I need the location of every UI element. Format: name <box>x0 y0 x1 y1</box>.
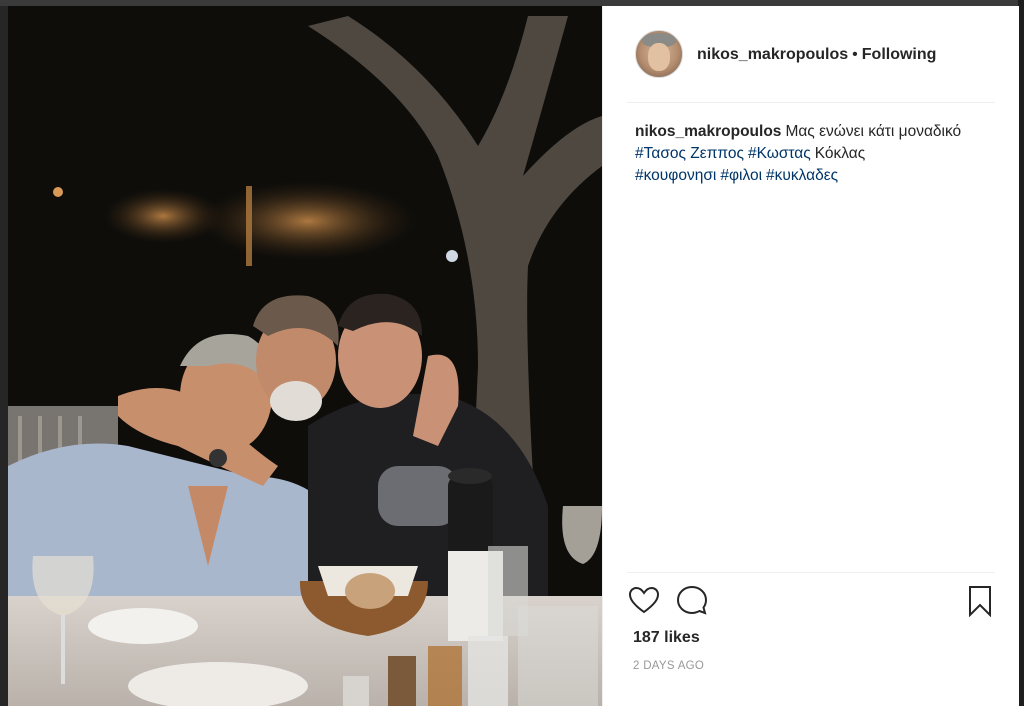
actions-divider <box>627 572 995 573</box>
hashtag-link[interactable]: #κουφονησι <box>635 167 716 184</box>
caption-text: Μας ενώνει κάτι μοναδικό <box>785 123 962 140</box>
hashtag-link[interactable]: #Κωστας <box>748 145 811 162</box>
heart-icon[interactable] <box>627 584 661 618</box>
photo-illustration <box>8 6 602 706</box>
post-timestamp[interactable]: 2 DAYS AGO <box>633 660 704 672</box>
header-separator: • <box>852 46 858 63</box>
window-frame: nikos_makropoulos • Following nikos_makrop… <box>0 0 1024 706</box>
post-header: nikos_makropoulos • Following <box>603 6 1019 102</box>
following-button[interactable]: Following <box>862 46 937 63</box>
hashtag-link[interactable]: #φιλοι <box>720 167 762 184</box>
likes-count[interactable]: 187 likes <box>633 629 700 647</box>
instagram-post: nikos_makropoulos • Following nikos_makrop… <box>8 6 1019 706</box>
hashtag-link[interactable]: #Τασος Ζεππος <box>635 145 744 162</box>
hashtag-link[interactable]: #κυκλαδες <box>766 167 838 184</box>
post-caption: nikos_makropoulos Μας ενώνει κάτι μοναδικ… <box>635 121 995 187</box>
bookmark-icon[interactable] <box>963 584 997 618</box>
header-user-line: nikos_makropoulos • Following <box>697 46 936 64</box>
header-username[interactable]: nikos_makropoulos <box>697 46 848 63</box>
post-photo[interactable] <box>8 6 602 706</box>
avatar[interactable] <box>635 30 683 78</box>
post-side-panel: nikos_makropoulos • Following nikos_makrop… <box>602 6 1019 706</box>
avatar-face <box>648 43 670 71</box>
post-actions <box>627 584 997 620</box>
caption-plain-word: Κόκλας <box>814 145 866 162</box>
caption-username[interactable]: nikos_makropoulos <box>635 123 781 140</box>
comment-icon[interactable] <box>675 584 709 618</box>
header-divider <box>627 102 995 103</box>
